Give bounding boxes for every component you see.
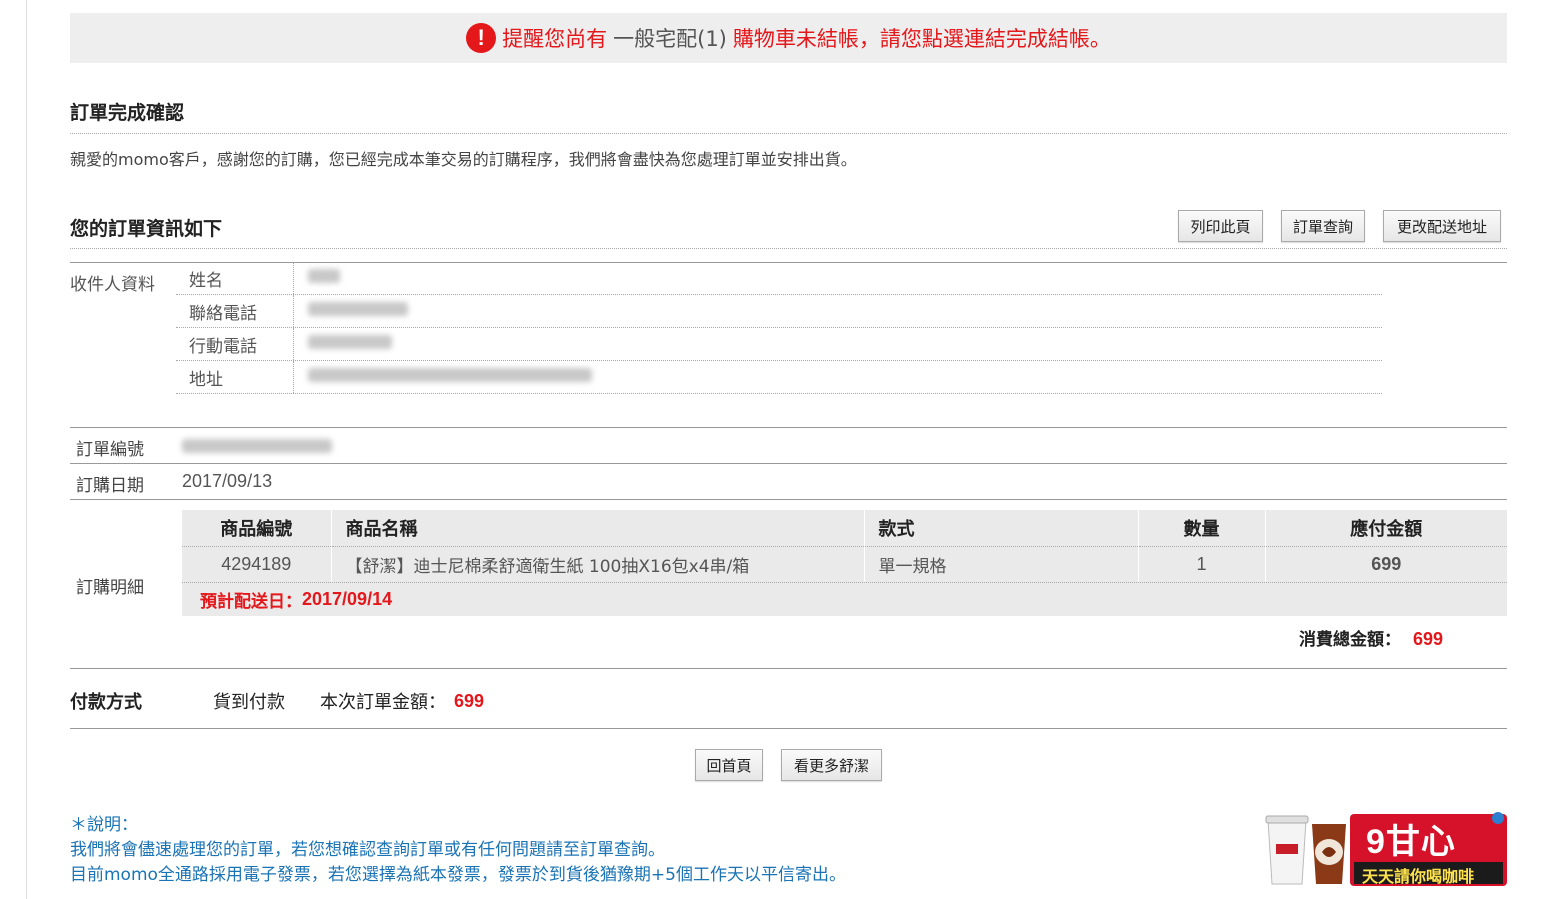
- exclamation-icon: !: [466, 23, 497, 53]
- total-label: 消費總金額：: [1299, 630, 1402, 650]
- product-qty-cell: 1: [1138, 546, 1266, 582]
- recipient-section-label: 收件人資料: [70, 275, 155, 295]
- delivery-date: 2017/09/14: [302, 589, 393, 609]
- recipient-phone-value: [294, 301, 408, 321]
- recipient-address-row: 地址: [176, 361, 1382, 394]
- order-number-label: 訂單編號: [76, 440, 144, 460]
- product-id-cell: 4294189: [182, 546, 332, 582]
- home-button[interactable]: 回首頁: [695, 749, 763, 781]
- order-number-value: [182, 438, 332, 458]
- divider: [70, 728, 1507, 729]
- payment-row: 付款方式 貨到付款 本次訂單金額： 699: [70, 688, 484, 714]
- divider: [70, 463, 1507, 464]
- recipient-phone-row: 聯絡電話: [176, 295, 1382, 328]
- order-info-title: 您的訂單資訊如下: [70, 218, 223, 240]
- col-header-product-id: 商品編號: [182, 510, 332, 547]
- thank-you-message: 親愛的momo客戶，感謝您的訂購，您已經完成本筆交易的訂購程序，我們將會盡快為您…: [70, 150, 857, 169]
- order-amount-label: 本次訂單金額：: [320, 692, 446, 713]
- reminder-text-2: 購物車未結帳，請您點選連結完成結帳。: [732, 27, 1111, 51]
- promo-big-text: 9甘心: [1366, 823, 1456, 861]
- coffee-promo-banner[interactable]: 9甘心 天天請你喝咖啡: [1262, 810, 1507, 886]
- product-style-cell: 單一規格: [864, 546, 1139, 582]
- page-left-border: [26, 0, 27, 899]
- notes-title: ＊說明：: [70, 815, 138, 835]
- table-header-row: 商品編號 商品名稱 款式 數量 應付金額: [182, 510, 1507, 547]
- estimated-delivery: 預計配送日： 2017/09/14: [182, 582, 1507, 616]
- recipient-mobile-row: 行動電話: [176, 328, 1382, 361]
- delivery-label: 預計配送日：: [200, 592, 302, 612]
- divider: [70, 133, 1507, 134]
- notes-line-2: 目前momo全通路採用電子發票，若您選擇為紙本發票，發票於到貨後猶豫期+5個工作…: [70, 865, 846, 885]
- total-value: 699: [1412, 629, 1443, 649]
- reminder-text-1: 提醒您尚有: [502, 27, 608, 51]
- recipient-phone-label: 聯絡電話: [176, 295, 294, 327]
- recipient-table: 姓名 聯絡電話 行動電話 地址: [176, 262, 1382, 394]
- confirm-title: 訂單完成確認: [70, 102, 185, 124]
- product-amount-cell: 699: [1371, 553, 1402, 574]
- order-amount-value: 699: [454, 690, 485, 711]
- recipient-name-value: [294, 268, 340, 288]
- notes-line-1: 我們將會儘速處理您的訂單，若您想確認查詢訂單或有任何問題請至訂單查詢。: [70, 840, 665, 860]
- print-page-button[interactable]: 列印此頁: [1178, 210, 1263, 242]
- col-header-style: 款式: [864, 510, 1139, 547]
- recipient-name-row: 姓名: [176, 262, 1382, 295]
- col-header-product-name: 商品名稱: [331, 510, 865, 547]
- recipient-address-label: 地址: [176, 361, 294, 393]
- recipient-address-value: [294, 367, 592, 387]
- promo-small-text: 天天請你喝咖啡: [1362, 867, 1475, 886]
- payment-method: 貨到付款: [213, 692, 285, 713]
- notes-section: ＊說明： 我們將會儘速處理您的訂單，若您想確認查詢訂單或有任何問題請至訂單查詢。…: [70, 813, 846, 888]
- recipient-mobile-label: 行動電話: [176, 328, 294, 360]
- more-products-button[interactable]: 看更多舒潔: [781, 749, 882, 781]
- col-header-quantity: 數量: [1138, 510, 1266, 547]
- order-detail-label: 訂購明細: [76, 578, 144, 598]
- divider: [70, 668, 1507, 669]
- divider: [70, 499, 1507, 500]
- divider: [70, 427, 1507, 428]
- cart-reminder-banner: ! 提醒您尚有 一般宅配(1) 購物車未結帳，請您點選連結完成結帳。: [70, 13, 1507, 63]
- product-name-cell[interactable]: 【舒潔】迪士尼棉柔舒適衛生紙 100抽X16包x4串/箱: [331, 546, 865, 582]
- recipient-mobile-value: [294, 334, 392, 354]
- recipient-name-label: 姓名: [176, 262, 294, 294]
- order-date-value: 2017/09/13: [182, 471, 273, 491]
- divider: [70, 248, 1507, 249]
- order-date-label: 訂購日期: [76, 476, 144, 496]
- order-items-table: 商品編號 商品名稱 款式 數量 應付金額 4294189 【舒潔】迪士尼棉柔舒適…: [182, 510, 1507, 582]
- payment-label: 付款方式: [70, 692, 142, 713]
- order-query-button[interactable]: 訂單查詢: [1281, 210, 1365, 242]
- col-header-amount: 應付金額: [1265, 510, 1507, 547]
- total-amount: 消費總金額： 699: [1299, 625, 1443, 650]
- table-row: 4294189 【舒潔】迪士尼棉柔舒適衛生紙 100抽X16包x4串/箱 單一規…: [182, 546, 1507, 582]
- reminder-cart-link[interactable]: 一般宅配(1): [613, 23, 727, 53]
- change-address-button[interactable]: 更改配送地址: [1383, 210, 1501, 242]
